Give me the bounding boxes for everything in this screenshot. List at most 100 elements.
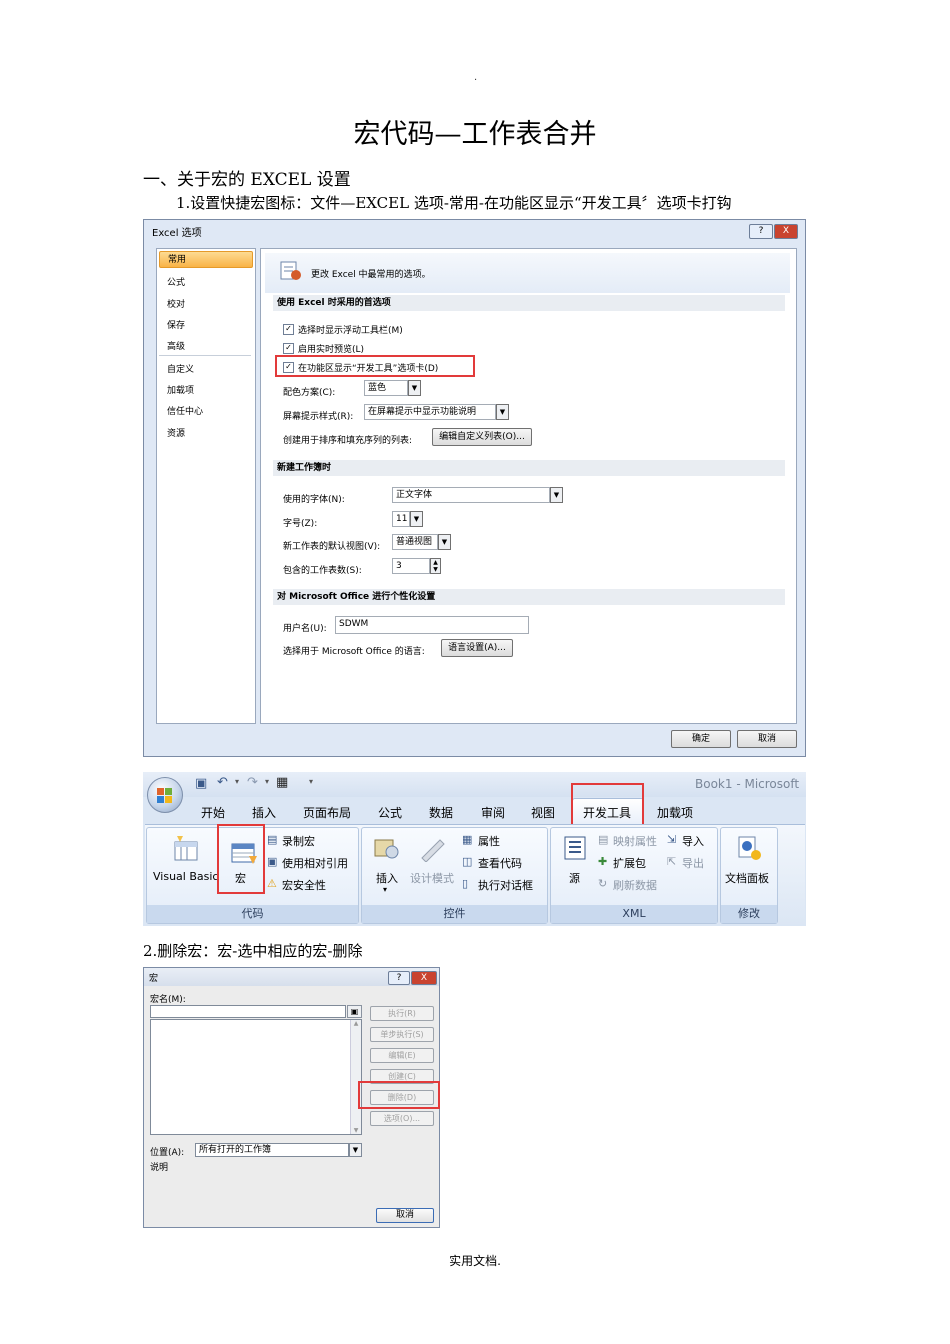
mini-toolbar-checkbox[interactable]: ✓ [283, 324, 294, 335]
group-xml-label: XML [551, 905, 717, 923]
nav-divider [159, 355, 251, 356]
edit-custom-lists-button[interactable]: 编辑自定义列表(O)... [432, 428, 532, 446]
tab-data[interactable]: 数据 [429, 804, 453, 821]
map-properties-button[interactable]: 映射属性 [613, 833, 657, 849]
cancel-button[interactable]: 取消 [737, 730, 797, 748]
tab-formulas[interactable]: 公式 [378, 804, 402, 821]
chevron-down-icon[interactable]: ▼ [496, 404, 509, 420]
screentip-label: 屏幕提示样式(R): [283, 412, 354, 422]
chevron-down-icon[interactable]: ▼ [349, 1143, 362, 1157]
help-button[interactable]: ? [388, 971, 410, 985]
dialog-title: Excel 选项 [152, 228, 202, 239]
properties-button[interactable]: 属性 [478, 833, 500, 849]
export-icon: ⇱ [667, 855, 677, 868]
group-code-label: 代码 [147, 905, 358, 923]
spinner-icon[interactable]: ▲ ▼ [430, 558, 441, 574]
location-label: 位置(A): [150, 1148, 185, 1158]
step-1-text: 1.设置快捷宏图标：文件—EXCEL 选项-常用-在功能区显示“开发工具〞选项卡… [176, 194, 732, 212]
font-select[interactable]: 正文字体 [392, 487, 550, 503]
macro-security-button[interactable]: 宏安全性 [282, 877, 326, 893]
design-mode-button[interactable]: 设计模式 [410, 870, 454, 886]
section-top-options: 使用 Excel 时采用的首选项 [273, 295, 785, 311]
macro-security-icon: ⚠ [267, 877, 277, 890]
record-macro-button[interactable]: 录制宏 [282, 833, 315, 849]
visual-basic-button[interactable]: Visual Basic [153, 870, 218, 883]
export-button[interactable]: 导出 [682, 855, 704, 871]
chevron-down-icon[interactable]: ▼ [408, 380, 421, 396]
macro-list[interactable]: ▲ ▼ [150, 1019, 362, 1135]
options-icon [280, 261, 301, 280]
document-panel-button[interactable]: 文档面板 [725, 870, 769, 886]
relative-reference-button[interactable]: 使用相对引用 [282, 855, 348, 871]
ok-button[interactable]: 确定 [671, 730, 731, 748]
nav-item-general[interactable]: 常用 [159, 251, 253, 268]
screentip-select[interactable]: 在屏幕提示中显示功能说明 [364, 404, 496, 420]
undo-dropdown-icon[interactable]: ▾ [235, 777, 239, 786]
footer-text: 实用文档. [449, 1254, 501, 1268]
chevron-down-icon[interactable]: ▼ [550, 487, 563, 503]
default-view-select[interactable]: 普通视图 [392, 534, 438, 550]
nav-item-save[interactable]: 保存 [167, 318, 185, 331]
design-mode-icon [421, 839, 445, 862]
chevron-down-icon[interactable]: ▼ [438, 534, 451, 550]
tab-page-layout[interactable]: 页面布局 [303, 804, 351, 821]
excel-options-dialog: Excel 选项 ? X 常用 公式 校对 保存 高级 自定义 加载项 信任中心… [143, 219, 806, 757]
cancel-button[interactable]: 取消 [376, 1208, 434, 1223]
save-icon[interactable]: ▣ [195, 776, 207, 791]
view-code-icon: ◫ [462, 855, 473, 868]
live-preview-checkbox[interactable]: ✓ [283, 343, 294, 354]
location-select[interactable]: 所有打开的工作簿 [195, 1143, 349, 1157]
select-range-icon[interactable]: ▣ [347, 1005, 362, 1018]
live-preview-label: 启用实时预览(L) [298, 345, 365, 355]
language-settings-button[interactable]: 语言设置(A)... [441, 639, 513, 657]
window-title: Book1 - Microsoft [695, 777, 800, 791]
group-xml: 源 ▤ 映射属性 ✚ 扩展包 ↻ 刷新数据 ⇲ 导入 ⇱ 导出 XML [550, 827, 718, 924]
options-button[interactable]: 选项(O)... [370, 1111, 434, 1126]
list-scrollbar[interactable]: ▲ ▼ [350, 1020, 361, 1134]
redo-icon[interactable]: ↷ [247, 775, 258, 790]
undo-icon[interactable]: ↶ [217, 775, 228, 790]
nav-item-trust-center[interactable]: 信任中心 [167, 404, 203, 417]
macro-name-input[interactable] [150, 1005, 346, 1018]
tab-addins[interactable]: 加载项 [657, 804, 693, 821]
source-button[interactable]: 源 [569, 870, 580, 886]
close-button[interactable]: X [411, 971, 437, 985]
chevron-down-icon[interactable]: ▼ [410, 511, 423, 527]
redo-dropdown-icon[interactable]: ▾ [265, 777, 269, 786]
macro-dialog: 宏 ? X 宏名(M): ▣ ▲ ▼ 执行(R) 单步执行(S) 编辑(E) 创… [143, 967, 440, 1228]
size-select[interactable]: 11 [392, 511, 410, 527]
nav-item-customize[interactable]: 自定义 [167, 362, 194, 375]
customize-qat-icon[interactable]: ▾ [309, 777, 313, 786]
nav-item-formulas[interactable]: 公式 [167, 275, 185, 288]
tab-home[interactable]: 开始 [201, 804, 225, 821]
expansion-packs-icon: ✚ [598, 855, 608, 868]
import-icon: ⇲ [667, 833, 677, 846]
expansion-packs-button[interactable]: 扩展包 [613, 855, 646, 871]
group-controls-label: 控件 [362, 905, 547, 923]
color-scheme-select[interactable]: 蓝色 [364, 380, 408, 396]
run-button[interactable]: 执行(R) [370, 1006, 434, 1021]
nav-item-addins[interactable]: 加载项 [167, 383, 194, 396]
view-code-button[interactable]: 查看代码 [478, 855, 522, 871]
nav-item-proofing[interactable]: 校对 [167, 297, 185, 310]
refresh-data-button[interactable]: 刷新数据 [613, 877, 657, 893]
edit-button[interactable]: 编辑(E) [370, 1048, 434, 1063]
run-dialog-button[interactable]: 执行对话框 [478, 877, 533, 893]
import-button[interactable]: 导入 [682, 833, 704, 849]
nav-item-resources[interactable]: 资源 [167, 426, 185, 439]
office-button[interactable] [147, 777, 183, 813]
tab-insert[interactable]: 插入 [252, 804, 276, 821]
nav-item-advanced[interactable]: 高级 [167, 339, 185, 352]
tab-review[interactable]: 审阅 [481, 804, 505, 821]
record-macro-icon: ▤ [267, 833, 278, 846]
tab-view[interactable]: 视图 [531, 804, 555, 821]
document-panel-icon [738, 836, 761, 860]
insert-controls-button[interactable]: 插入 [376, 870, 398, 886]
form-icon[interactable]: ▦ [276, 775, 288, 790]
username-input[interactable]: SDWM [335, 616, 529, 634]
sheet-count-input[interactable]: 3 [392, 558, 430, 574]
options-content: 更改 Excel 中最常用的选项。 使用 Excel 时采用的首选项 ✓ 选择时… [260, 248, 797, 724]
close-button[interactable]: X [774, 224, 798, 239]
step-into-button[interactable]: 单步执行(S) [370, 1027, 434, 1042]
help-button[interactable]: ? [749, 224, 773, 239]
